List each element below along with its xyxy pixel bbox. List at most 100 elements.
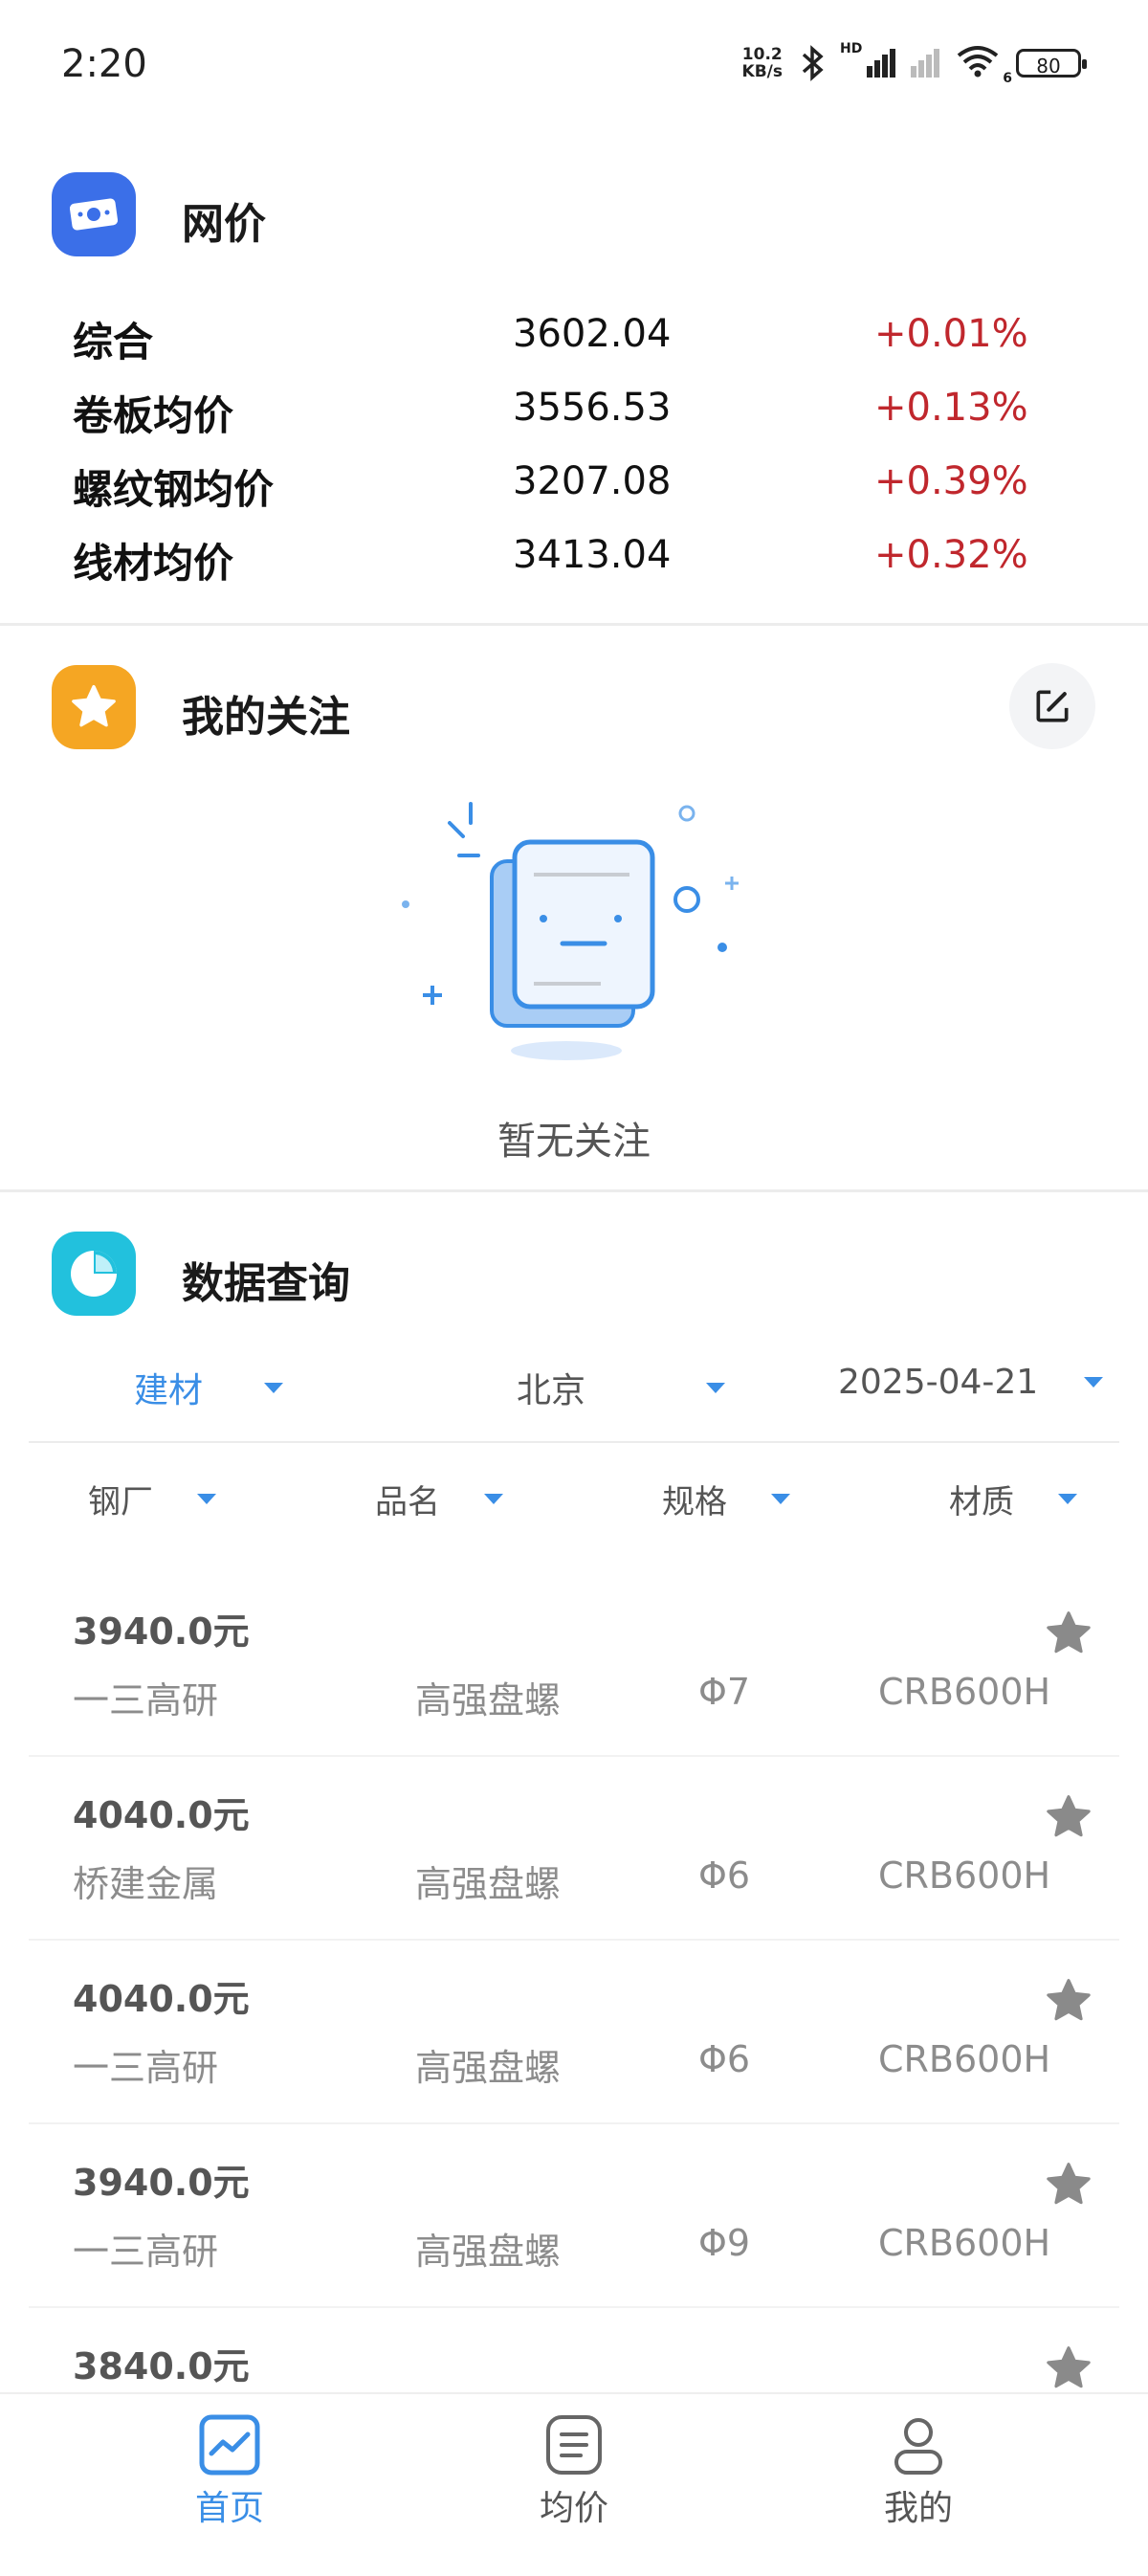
item-mill: 桥建金属 <box>73 1863 219 1905</box>
item-price: 3940.0元 <box>73 2162 250 2204</box>
price-change: +0.13% <box>874 386 1028 430</box>
net-speed-unit: KB/s <box>741 62 783 81</box>
edit-icon <box>1036 690 1069 722</box>
category-dropdown[interactable]: 建材 <box>134 1363 284 1412</box>
status-time: 2:20 <box>61 42 147 86</box>
item-material: CRB600H <box>878 2222 1051 2264</box>
bottom-nav: 首页 均价 我的 <box>0 2392 1148 2557</box>
list-doc-icon <box>546 2415 602 2475</box>
battery-indicator: 80 <box>1016 49 1087 78</box>
item-spec: Φ6 <box>698 1854 751 1897</box>
city-dropdown[interactable]: 北京 <box>517 1363 726 1412</box>
wifi-icon: 6 <box>955 44 1012 86</box>
follow-title: 我的关注 <box>182 693 350 742</box>
chevron-down-icon <box>264 1382 284 1393</box>
query-title: 数据查询 <box>182 1259 350 1308</box>
price-change: +0.32% <box>874 533 1028 577</box>
price-value: 3207.08 <box>513 459 672 503</box>
chevron-down-icon <box>706 1382 726 1393</box>
nav-item-average[interactable]: 均价 <box>478 2413 670 2576</box>
item-product: 高强盘螺 <box>415 2231 562 2273</box>
empty-illustration <box>402 802 739 1060</box>
nav-label: 首页 <box>194 2489 264 2528</box>
nav-label: 均价 <box>539 2489 608 2528</box>
price-value: 3556.53 <box>513 386 672 430</box>
money-icon <box>52 172 136 256</box>
star-icon <box>52 665 136 749</box>
item-mill: 一三高研 <box>73 2047 219 2089</box>
item-mill: 一三高研 <box>73 2231 219 2273</box>
divider <box>0 623 1148 626</box>
favorite-star-icon[interactable] <box>1043 2343 1094 2394</box>
filter-divider <box>29 1441 1119 1443</box>
price-row-coil[interactable]: 卷板均价 3556.53 +0.13% <box>73 384 1029 451</box>
column-label: 材质 <box>949 1483 1014 1521</box>
column-filter-product[interactable]: 品名 <box>375 1476 503 1522</box>
price-row-wire[interactable]: 线材均价 3413.04 +0.32% <box>73 531 1029 598</box>
empty-follow-text: 暂无关注 <box>497 1120 651 1164</box>
favorite-star-icon[interactable] <box>1043 2159 1094 2210</box>
city-label: 北京 <box>517 1371 586 1410</box>
price-name: 卷板均价 <box>73 392 234 439</box>
edit-follow-button[interactable] <box>1009 663 1095 749</box>
item-spec: Φ9 <box>698 2222 751 2264</box>
chevron-down-icon <box>771 1494 790 1504</box>
item-product: 高强盘螺 <box>415 1863 562 1905</box>
column-filter-spec[interactable]: 规格 <box>662 1476 790 1522</box>
chart-icon <box>199 2414 260 2476</box>
item-material: CRB600H <box>878 1854 1051 1897</box>
chevron-down-icon <box>1058 1494 1077 1504</box>
column-label: 钢厂 <box>88 1483 153 1521</box>
list-item[interactable]: 4040.0元 一三高研 高强盘螺 Φ6 CRB600H <box>29 1941 1119 2124</box>
column-label: 规格 <box>662 1483 727 1521</box>
favorite-star-icon[interactable] <box>1043 1791 1094 1843</box>
chevron-down-icon <box>484 1494 503 1504</box>
hd-label: HD <box>840 41 863 56</box>
item-price: 3840.0元 <box>73 2345 250 2387</box>
column-label: 品名 <box>375 1483 440 1521</box>
price-value: 3413.04 <box>513 533 672 577</box>
price-row-composite[interactable]: 综合 3602.04 +0.01% <box>73 310 1029 377</box>
date-dropdown[interactable]: 2025-04-21 <box>838 1363 1104 1402</box>
list-item[interactable]: 4040.0元 桥建金属 高强盘螺 Φ6 CRB600H <box>29 1757 1119 1941</box>
item-price: 4040.0元 <box>73 1794 250 1836</box>
divider <box>0 1189 1148 1192</box>
price-name: 螺纹钢均价 <box>73 466 275 513</box>
cell-signal-2-icon <box>911 49 939 78</box>
status-bar: 2:20 10.2 KB/s HD 6 80 <box>0 0 1148 134</box>
bluetooth-icon <box>802 45 824 81</box>
item-mill: 一三高研 <box>73 1679 219 1721</box>
price-name: 线材均价 <box>73 540 234 587</box>
user-icon <box>894 2418 942 2475</box>
net-speed: 10.2 KB/s <box>742 46 783 80</box>
list-item[interactable]: 3940.0元 一三高研 高强盘螺 Φ7 CRB600H <box>29 1573 1119 1757</box>
item-spec: Φ6 <box>698 2038 751 2080</box>
favorite-star-icon[interactable] <box>1043 1975 1094 2027</box>
favorite-star-icon[interactable] <box>1043 1608 1094 1659</box>
price-name: 综合 <box>73 319 154 366</box>
chevron-down-icon <box>1084 1377 1104 1388</box>
cell-signal-icon: HD <box>840 41 895 78</box>
chevron-down-icon <box>197 1494 216 1504</box>
item-price: 4040.0元 <box>73 1978 250 2020</box>
column-filter-mill[interactable]: 钢厂 <box>88 1476 216 1522</box>
price-change: +0.01% <box>874 312 1028 356</box>
item-material: CRB600H <box>878 2038 1051 2080</box>
list-item[interactable]: 3940.0元 一三高研 高强盘螺 Φ9 CRB600H <box>29 2124 1119 2308</box>
pie-chart-icon <box>52 1232 136 1316</box>
nav-label: 我的 <box>883 2489 953 2528</box>
item-spec: Φ7 <box>698 1671 751 1713</box>
net-price-title: 网价 <box>182 200 266 249</box>
wifi-sub: 6 <box>1003 71 1012 86</box>
nav-item-home[interactable]: 首页 <box>134 2413 325 2576</box>
price-row-rebar[interactable]: 螺纹钢均价 3207.08 +0.39% <box>73 457 1029 524</box>
price-value: 3602.04 <box>513 312 672 356</box>
column-filter-material[interactable]: 材质 <box>949 1476 1077 1522</box>
item-price: 3940.0元 <box>73 1610 250 1653</box>
status-icons: 10.2 KB/s HD 6 80 <box>742 41 1087 86</box>
item-product: 高强盘螺 <box>415 1679 562 1721</box>
item-product: 高强盘螺 <box>415 2047 562 2089</box>
nav-item-mine[interactable]: 我的 <box>823 2413 1014 2576</box>
item-material: CRB600H <box>878 1671 1051 1713</box>
date-label: 2025-04-21 <box>838 1363 1039 1402</box>
